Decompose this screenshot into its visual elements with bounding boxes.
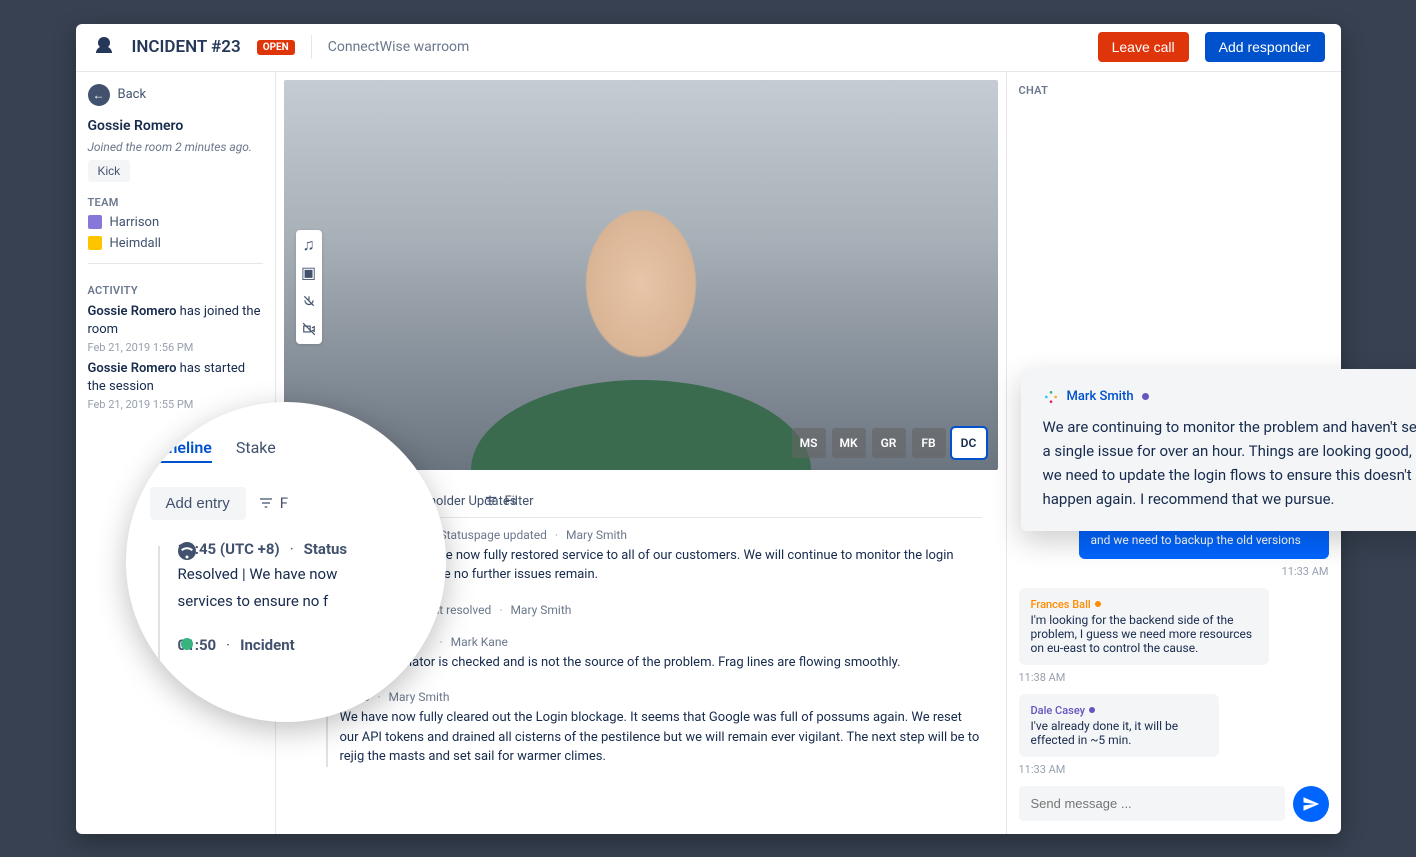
chat-message: Dale Casey I've already done it, it will… [1019, 694, 1219, 757]
team-name: Heimdall [110, 236, 161, 251]
participant-badge-ms[interactable]: MS [792, 428, 826, 458]
chat-time: 11:33 AM [1019, 763, 1329, 776]
back-arrow-icon: ← [88, 84, 110, 106]
app-logo-icon [92, 35, 116, 59]
video-controls: ♫ ▣ [296, 230, 322, 344]
mag-tab-stakeholder[interactable]: Stake [236, 438, 276, 463]
magnifier-entry: 01:50 · Incident [178, 636, 422, 654]
status-dot-icon [178, 542, 196, 560]
divider [311, 35, 312, 59]
filter-button[interactable]: Filter [484, 486, 533, 517]
screenshare-icon[interactable]: ▣ [300, 264, 318, 282]
activity-entry: Gossie Romero has started the session Fe… [88, 360, 263, 411]
video-feed: ♫ ▣ MS MK GR FB DC [284, 80, 998, 470]
timeline-entry: dent resolvedMary Smith [420, 603, 982, 617]
chat-label: CHAT [1019, 84, 1329, 97]
status-dot-icon [181, 638, 193, 650]
music-icon[interactable]: ♫ [300, 236, 318, 254]
slack-body: We are continuing to monitor the problem… [1043, 415, 1416, 511]
participant-badge-mk[interactable]: MK [832, 428, 866, 458]
send-icon [1302, 795, 1320, 813]
divider [88, 263, 263, 264]
magnifier-entry: 16:45 (UTC +8) · Status Resolved | We ha… [178, 540, 422, 612]
status-dot-icon [1142, 393, 1149, 400]
joined-text: Joined the room 2 minutes ago. [88, 140, 263, 154]
participant-badge-fb[interactable]: FB [912, 428, 946, 458]
back-label: Back [118, 87, 147, 102]
chat-message: Frances Ball I'm looking for the backend… [1019, 588, 1269, 665]
filter-icon [484, 494, 498, 508]
timeline-entry: Mark Kane The defragulator is checked an… [340, 635, 982, 673]
team-name: Harrison [110, 215, 160, 230]
participants-row: MS MK GR FB DC [792, 428, 986, 458]
team-color-swatch [88, 236, 102, 250]
activity-entry: Gossie Romero has joined the room Feb 21… [88, 303, 263, 354]
status-badge: OPEN [257, 40, 295, 55]
header-bar: INCIDENT #23 OPEN ConnectWise warroom Le… [76, 24, 1341, 72]
kick-button[interactable]: Kick [88, 160, 131, 182]
incident-title: INCIDENT #23 [132, 37, 241, 57]
participant-badge-dc[interactable]: DC [952, 428, 986, 458]
chat-time: 11:38 AM [1019, 671, 1329, 684]
chat-input[interactable] [1019, 786, 1285, 821]
participant-badge-gr[interactable]: GR [872, 428, 906, 458]
slack-icon [1043, 389, 1059, 405]
team-item-heimdall[interactable]: Heimdall [88, 236, 263, 251]
team-section-label: TEAM [88, 196, 263, 209]
camera-off-icon[interactable] [300, 320, 318, 338]
team-item-harrison[interactable]: Harrison [88, 215, 263, 230]
participant-name: Gossie Romero [88, 118, 263, 134]
back-button[interactable]: ← Back [88, 84, 263, 106]
add-entry-button[interactable]: Add entry [150, 487, 246, 520]
magnifier-filter[interactable]: F [258, 494, 288, 512]
add-responder-button[interactable]: Add responder [1205, 32, 1325, 62]
activity-section-label: ACTIVITY [88, 284, 263, 297]
slack-author: Mark Smith [1067, 389, 1134, 404]
filter-icon [258, 495, 274, 511]
mute-mic-icon[interactable] [300, 292, 318, 310]
magnifier-overlay: Timeline Stake Add entry F 16:45 (UTC +8… [126, 402, 446, 722]
leave-call-button[interactable]: Leave call [1098, 32, 1189, 62]
chat-time: 11:33 AM [1019, 565, 1329, 578]
room-name: ConnectWise warroom [328, 39, 470, 55]
slack-message-card: Mark Smith We are continuing to monitor … [1021, 369, 1416, 531]
team-color-swatch [88, 215, 102, 229]
timeline-entry: 01:45Mary Smith We have now fully cleare… [340, 690, 982, 767]
video-person-face [531, 166, 751, 446]
app-window: INCIDENT #23 OPEN ConnectWise warroom Le… [76, 24, 1341, 834]
send-button[interactable] [1293, 786, 1329, 822]
